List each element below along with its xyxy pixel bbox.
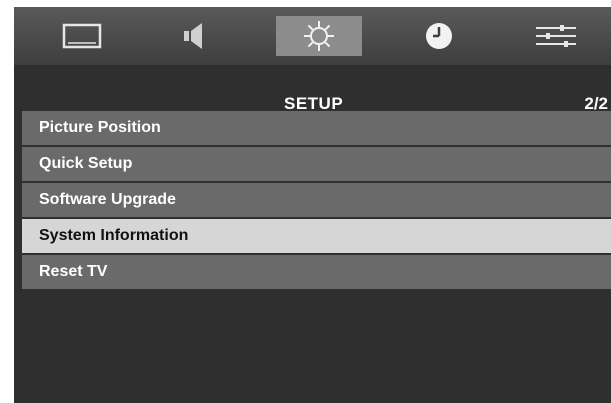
menu-item-label: Picture Position (39, 119, 161, 136)
setup-menu-list: Picture Position Quick Setup Software Up… (22, 111, 611, 291)
setup-gear-icon (304, 21, 334, 51)
tab-picture[interactable] (52, 16, 112, 56)
tv-osd-screen: SETUP 2/2 Picture Position Quick Setup S… (14, 7, 611, 403)
menu-item-label: System Information (39, 227, 189, 244)
tab-sound[interactable] (174, 16, 214, 56)
menu-header: SETUP 2/2 (14, 65, 611, 113)
menu-item-label: Software Upgrade (39, 191, 176, 208)
category-tab-bar (14, 7, 611, 65)
menu-item-quick-setup[interactable]: Quick Setup (22, 147, 611, 181)
menu-item-label: Reset TV (39, 263, 108, 280)
menu-item-reset-tv[interactable]: Reset TV (22, 255, 611, 289)
clock-icon (426, 23, 452, 49)
menu-item-label: Quick Setup (39, 155, 133, 172)
tab-options[interactable] (526, 16, 586, 56)
menu-item-system-information[interactable]: System Information (22, 219, 611, 253)
sound-icon (184, 23, 202, 49)
tab-setup[interactable] (276, 16, 362, 56)
menu-item-picture-position[interactable]: Picture Position (22, 111, 611, 145)
menu-item-software-upgrade[interactable]: Software Upgrade (22, 183, 611, 217)
picture-icon (62, 23, 102, 49)
tab-time[interactable] (414, 16, 464, 56)
options-sliders-icon (536, 25, 576, 47)
